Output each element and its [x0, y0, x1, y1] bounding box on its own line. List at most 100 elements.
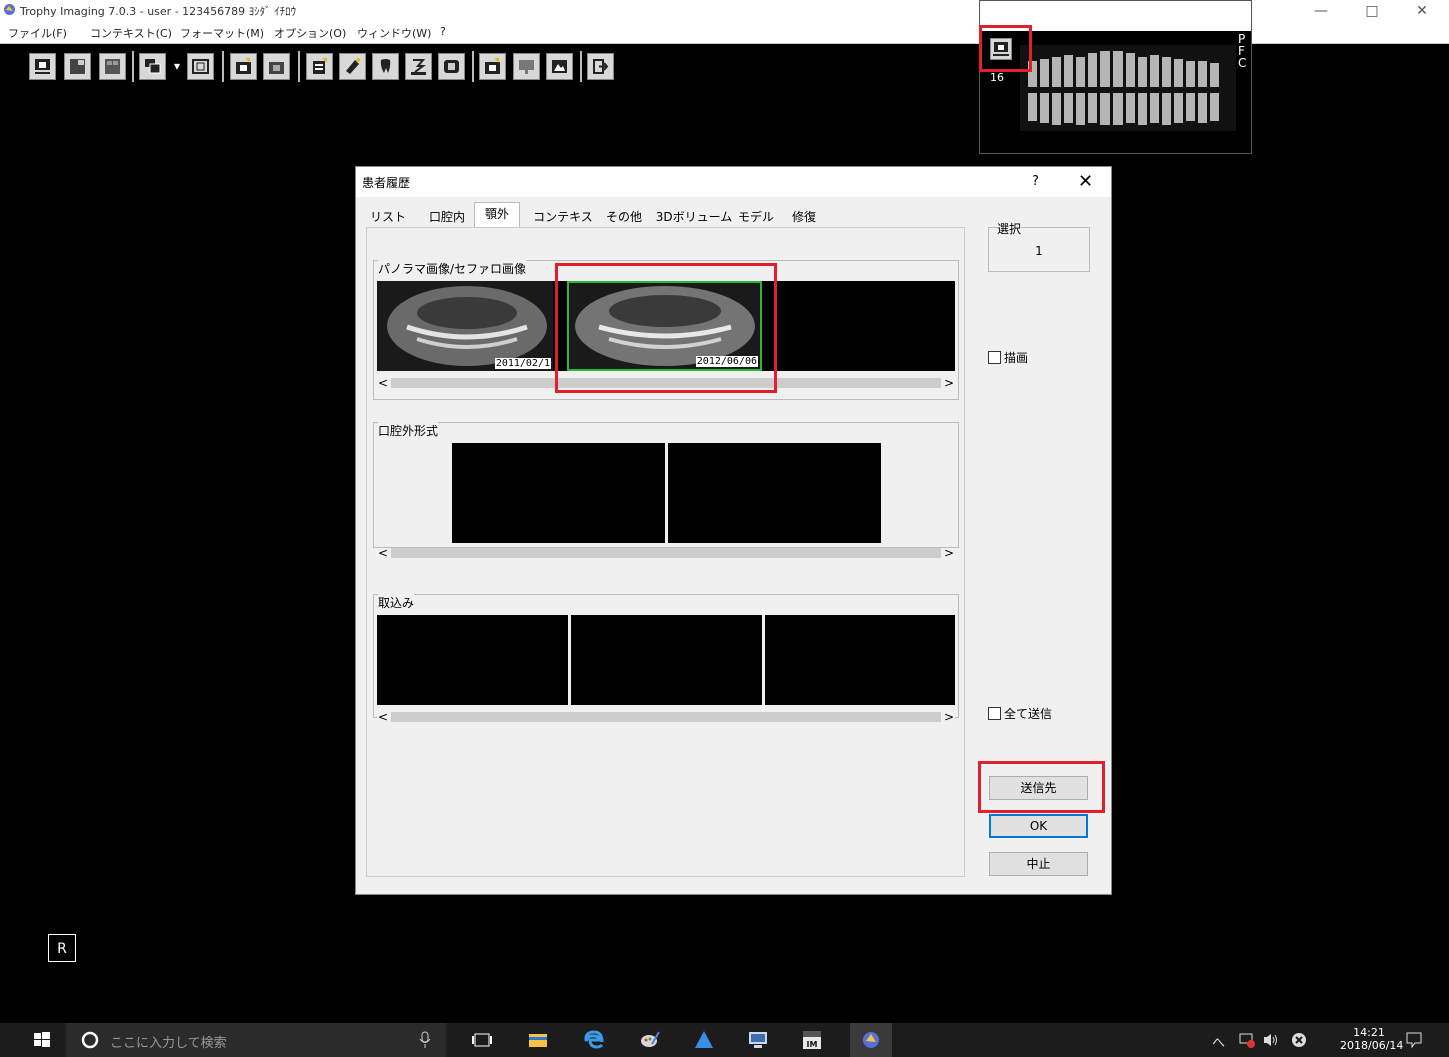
scanner-icon[interactable]: [438, 53, 465, 80]
file-explorer-icon[interactable]: [526, 1028, 550, 1052]
ok-button[interactable]: OK: [989, 814, 1088, 838]
selection-label: 選択: [997, 220, 1022, 237]
highlight-thumbnail-button: [979, 25, 1032, 72]
menu-format[interactable]: フォーマット(M): [180, 25, 264, 41]
paint-icon[interactable]: [638, 1028, 662, 1052]
panorama-thumbnail-1[interactable]: 2011/02/1: [377, 281, 553, 371]
menu-context[interactable]: コンテキスト(C): [90, 25, 172, 41]
draw-checkbox[interactable]: 描画: [988, 349, 1028, 366]
extraoral-slot-1[interactable]: [452, 443, 665, 543]
scroll-left-icon[interactable]: <: [377, 545, 389, 561]
tab-list[interactable]: リスト: [364, 205, 412, 227]
search-box[interactable]: ここに入力して検索: [66, 1023, 446, 1057]
capture-group: 取込み < >: [373, 594, 959, 725]
highlight-send-to-button: [978, 761, 1105, 813]
minimize-button[interactable]: —: [1306, 2, 1336, 20]
import-image-icon[interactable]: [479, 53, 506, 80]
capture-group-label: 取込み: [378, 594, 415, 611]
checkbox-icon[interactable]: [988, 351, 1001, 364]
extraoral-slot-2[interactable]: [668, 443, 881, 543]
send-all-checkbox-label: 全て送信: [1004, 707, 1053, 721]
task-view-icon[interactable]: [470, 1028, 494, 1052]
layout-icon[interactable]: [64, 53, 91, 80]
extraoral-scrollbar[interactable]: < >: [377, 545, 955, 561]
monitor-icon[interactable]: [29, 53, 56, 80]
clock-date: 2018/06/14: [1340, 1039, 1404, 1052]
capture-scrollbar[interactable]: < >: [377, 709, 955, 725]
image-count: 16: [990, 71, 1004, 84]
grid-layout-icon[interactable]: [99, 53, 126, 80]
scroll-track[interactable]: [391, 712, 941, 722]
twain-icon[interactable]: [405, 53, 432, 80]
tab-context[interactable]: コンテキスト: [528, 205, 598, 246]
checkbox-icon[interactable]: [988, 707, 1001, 720]
window-split-icon[interactable]: [139, 53, 166, 80]
tab-3d-volume[interactable]: 3Dボリューム: [654, 205, 734, 227]
selection-count: 1: [1035, 244, 1043, 258]
thumbnail-window: 16 P F C: [979, 0, 1252, 154]
cancel-button[interactable]: 中止: [989, 852, 1088, 876]
dialog-title-bar: 患者履歴 ? ✕: [356, 167, 1111, 197]
image-icon[interactable]: [263, 53, 290, 80]
new-image-icon[interactable]: [230, 53, 257, 80]
clock[interactable]: 14:21 2018/06/14: [1340, 1026, 1404, 1052]
scroll-left-icon[interactable]: <: [377, 709, 389, 725]
scroll-right-icon[interactable]: >: [943, 545, 955, 561]
menu-help[interactable]: ?: [440, 25, 446, 38]
scroll-right-icon[interactable]: >: [943, 375, 955, 391]
network-icon[interactable]: [1238, 1031, 1256, 1049]
presentation-icon[interactable]: [513, 53, 540, 80]
chevron-down-icon[interactable]: ▾: [170, 53, 184, 80]
orientation-label: R: [48, 934, 76, 962]
menu-file[interactable]: ファイル(F): [8, 25, 67, 41]
volume-icon[interactable]: [1262, 1031, 1280, 1049]
menu-options[interactable]: オプション(O): [274, 25, 346, 41]
maximize-button[interactable]: □: [1357, 2, 1387, 20]
volume-app-icon[interactable]: [692, 1028, 716, 1052]
full-mouth-xray-thumbnail[interactable]: [1020, 45, 1236, 131]
dialog-title: 患者履歴: [362, 176, 411, 190]
gallery-icon[interactable]: [546, 53, 573, 80]
dialog-help-button[interactable]: ?: [1032, 174, 1039, 189]
edge-browser-icon[interactable]: [582, 1028, 606, 1052]
taskbar: ここに入力して検索 IM へ 14:21 2018/06/14: [0, 1023, 1449, 1057]
document-icon[interactable]: [306, 53, 333, 80]
tab-extraoral[interactable]: 顎外: [474, 202, 520, 228]
svg-text:IM: IM: [807, 1040, 818, 1049]
side-letters: P F C: [1238, 32, 1247, 70]
scroll-right-icon[interactable]: >: [943, 709, 955, 725]
search-placeholder: ここに入力して検索: [110, 1036, 227, 1051]
tab-restoration[interactable]: 修復: [784, 205, 824, 227]
capture-slot-2[interactable]: [571, 615, 762, 705]
tab-model[interactable]: モデル: [734, 205, 778, 227]
monitor-app-icon[interactable]: [746, 1028, 770, 1052]
exit-icon[interactable]: [587, 53, 614, 80]
send-all-checkbox[interactable]: 全て送信: [988, 705, 1052, 722]
cortana-icon: [81, 1031, 99, 1049]
app-icon: [4, 4, 15, 15]
dialog-close-button[interactable]: ✕: [1078, 171, 1093, 192]
close-button[interactable]: ✕: [1407, 2, 1437, 20]
scroll-left-icon[interactable]: <: [377, 375, 389, 391]
capture-slot-1[interactable]: [377, 615, 568, 705]
panorama-group-label: パノラマ画像/セファロ画像: [378, 260, 527, 277]
capture-slot-3[interactable]: [765, 615, 955, 705]
window-title: Trophy Imaging 7.0.3 - user - 123456789 …: [20, 5, 297, 18]
windows-start-icon[interactable]: [30, 1028, 54, 1052]
microphone-icon[interactable]: [418, 1031, 432, 1049]
tab-intraoral[interactable]: 口腔内: [422, 205, 472, 227]
sensor-icon[interactable]: [339, 53, 366, 80]
tray-overflow-icon[interactable]: へ: [1212, 1032, 1225, 1051]
action-center-icon[interactable]: [1404, 1030, 1424, 1050]
im-app-icon[interactable]: IM: [800, 1028, 824, 1052]
notification-status-icon[interactable]: [1290, 1031, 1308, 1049]
menu-window[interactable]: ウィンドウ(W): [357, 25, 431, 41]
tooth-icon[interactable]: [372, 53, 399, 80]
scroll-track[interactable]: [391, 548, 941, 558]
frame-icon[interactable]: [187, 53, 214, 80]
tab-other[interactable]: その他: [599, 205, 649, 227]
draw-checkbox-label: 描画: [1004, 351, 1029, 365]
highlight-selected-panorama: [555, 263, 777, 393]
trophy-imaging-icon[interactable]: [859, 1028, 883, 1052]
extraoral-group-label: 口腔外形式: [378, 422, 439, 439]
